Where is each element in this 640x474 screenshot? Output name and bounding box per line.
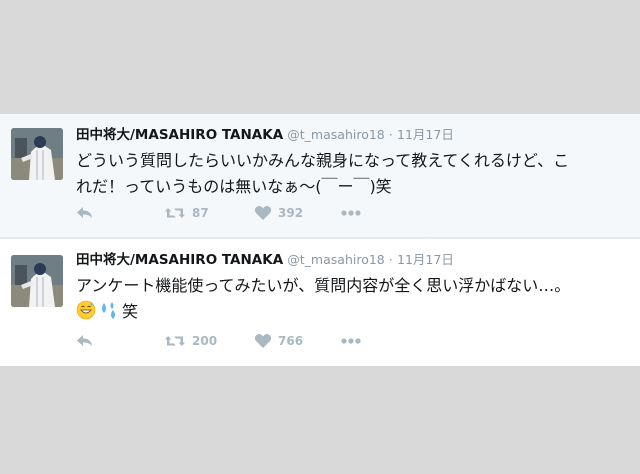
like-button[interactable]: 766 xyxy=(254,331,303,351)
tweet-header: 田中将大/MASAHIRO TANAKA @t_masahiro18 · 11月… xyxy=(76,126,454,145)
tweet-text: どういう質問したらいいかみんな親身になって教えてくれるけど、こ れだ！っていうも… xyxy=(76,148,632,200)
tweet-date[interactable]: 11月17日 xyxy=(397,127,454,142)
more-icon xyxy=(341,210,361,216)
retweet-button[interactable]: 87 xyxy=(164,203,209,223)
avatar-image xyxy=(11,255,63,307)
reply-button[interactable] xyxy=(76,331,94,351)
retweet-count: 200 xyxy=(192,334,218,348)
tweet-date[interactable]: 11月17日 xyxy=(397,252,454,267)
separator: · xyxy=(388,127,393,142)
like-count: 392 xyxy=(278,206,304,220)
avatar[interactable] xyxy=(11,255,63,307)
like-count: 766 xyxy=(278,334,304,348)
separator: · xyxy=(388,252,393,267)
reply-button[interactable] xyxy=(76,203,94,223)
tweet-text-line: どういう質問したらいいかみんな親身になって教えてくれるけど、こ xyxy=(76,151,570,170)
avatar-image xyxy=(11,128,63,180)
tweet[interactable]: 田中将大/MASAHIRO TANAKA @t_masahiro18 · 11月… xyxy=(0,114,640,238)
tweet-header: 田中将大/MASAHIRO TANAKA @t_masahiro18 · 11月… xyxy=(76,251,454,270)
reply-icon xyxy=(77,335,92,346)
user-name[interactable]: 田中将大/MASAHIRO TANAKA xyxy=(76,127,283,143)
like-button[interactable]: 392 xyxy=(254,203,303,223)
retweet-icon xyxy=(165,336,185,346)
retweet-count: 87 xyxy=(192,206,209,220)
heart-icon xyxy=(254,206,272,220)
tweet[interactable]: 田中将大/MASAHIRO TANAKA @t_masahiro18 · 11月… xyxy=(0,239,640,366)
tweet-actions: 87 392 xyxy=(76,203,406,223)
user-handle[interactable]: @t_masahiro18 xyxy=(287,127,384,142)
user-handle[interactable]: @t_masahiro18 xyxy=(287,252,384,267)
retweet-icon xyxy=(165,208,185,218)
tweet-text: アンケート機能使ってみたいが、質問内容が全く思い浮かばない…。 笑 xyxy=(76,273,632,325)
retweet-button[interactable]: 200 xyxy=(164,331,217,351)
grinning-sweat-emoji xyxy=(76,300,96,320)
tweet-text-line-2: 笑 xyxy=(76,299,632,325)
tweet-actions: 200 766 xyxy=(76,331,406,351)
user-name[interactable]: 田中将大/MASAHIRO TANAKA xyxy=(76,252,283,268)
avatar[interactable] xyxy=(11,128,63,180)
reply-icon xyxy=(77,207,92,218)
more-button[interactable] xyxy=(340,331,362,351)
sweat-droplets-emoji xyxy=(102,302,115,319)
tweet-text-line: アンケート機能使ってみたいが、質問内容が全く思い浮かばない…。 xyxy=(76,276,571,295)
timeline: 田中将大/MASAHIRO TANAKA @t_masahiro18 · 11月… xyxy=(0,114,640,366)
tweet-text-line: 笑 xyxy=(122,302,139,321)
more-button[interactable] xyxy=(340,203,362,223)
heart-icon xyxy=(254,334,272,348)
tweet-text-line: れだ！っていうものは無いなぁ〜(￣ー￣)笑 xyxy=(76,177,392,196)
more-icon xyxy=(341,338,361,344)
